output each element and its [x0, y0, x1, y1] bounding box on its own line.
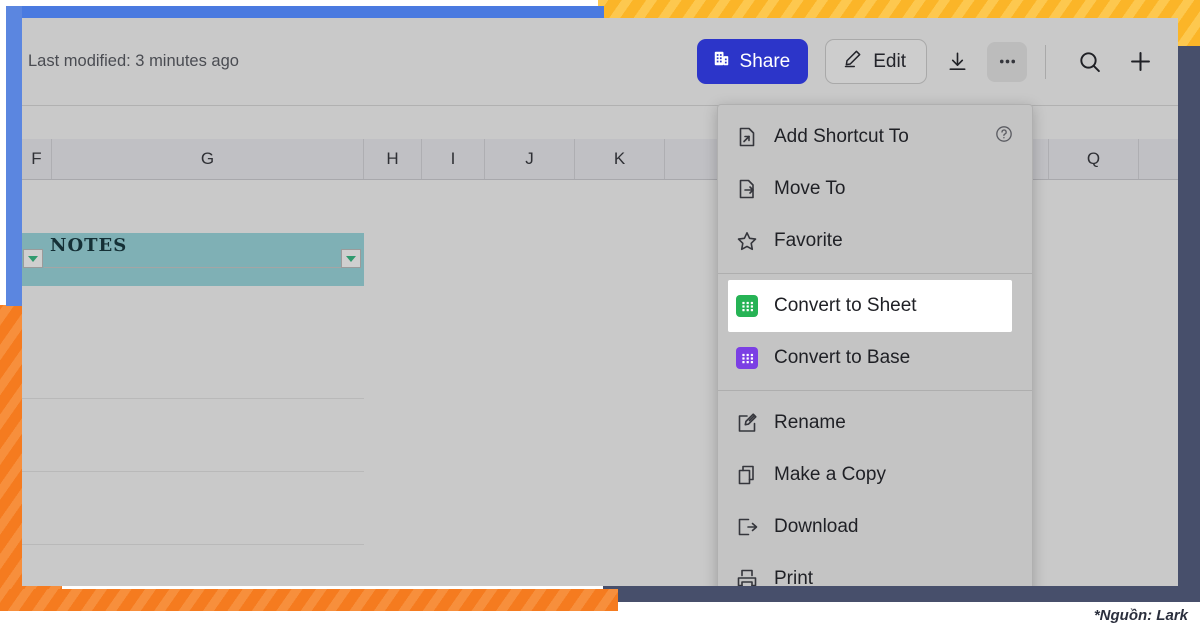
column-header-F[interactable]: F [22, 139, 52, 179]
column-header-H[interactable]: H [364, 139, 422, 179]
add-shortcut-icon [734, 124, 760, 150]
menu-item-download[interactable]: Download [718, 501, 1032, 553]
help-icon[interactable] [994, 124, 1014, 150]
share-button[interactable]: Share [696, 39, 809, 84]
notes-header-label: NOTES [50, 235, 128, 256]
pencil-icon [842, 48, 863, 75]
building-icon [712, 49, 731, 74]
more-options-menu[interactable]: Add Shortcut To Move To Favorite Convert to… [717, 104, 1033, 586]
menu-item-label: Favorite [774, 230, 843, 251]
toolbar-divider [1045, 44, 1046, 79]
filter-dropdown-left[interactable] [23, 249, 43, 268]
sheet-icon [736, 295, 758, 317]
menu-item-label: Download [774, 516, 859, 537]
menu-item-label: Convert to Base [774, 347, 911, 368]
menu-item-label: Rename [774, 412, 846, 433]
navy-decoration-bottom [603, 586, 1200, 602]
move-to-icon [739, 179, 754, 199]
plus-icon [1130, 52, 1150, 71]
column-header-I[interactable]: I [422, 139, 485, 179]
document-toolbar: Last modified: 3 minutes ago Share Edit [22, 18, 1178, 106]
printer-icon [734, 566, 760, 586]
move-to-icon [734, 176, 760, 202]
grid-row[interactable] [22, 472, 364, 545]
filter-dropdown-right[interactable] [341, 249, 361, 268]
menu-item-label: Make a Copy [774, 464, 886, 485]
menu-item-label: Print [774, 568, 814, 586]
grid-row[interactable] [22, 326, 364, 399]
copy-icon [734, 462, 760, 488]
orange-stripe-decoration-bottom [0, 589, 618, 611]
menu-item-label: Move To [774, 178, 846, 199]
caret-down-icon [346, 255, 356, 262]
menu-item-rename[interactable]: Rename [718, 397, 1032, 449]
blue-frame-top [6, 6, 604, 18]
star-icon [734, 228, 760, 254]
menu-separator [718, 390, 1032, 391]
menu-item-make-a-copy[interactable]: Make a Copy [718, 449, 1032, 501]
download-icon [948, 52, 966, 70]
last-modified-label: Last modified: 3 minutes ago [28, 52, 239, 70]
download-button[interactable] [937, 42, 977, 82]
download-box-icon [738, 518, 758, 536]
column-header-G[interactable]: G [52, 139, 364, 179]
source-caption: *Nguồn: Lark [1093, 607, 1188, 624]
grid-row[interactable] [22, 545, 364, 586]
add-shortcut-icon [739, 127, 755, 147]
grid-rows[interactable] [22, 326, 364, 586]
app-window: Last modified: 3 minutes ago Share Edit … [22, 18, 1178, 586]
base-icon [734, 345, 760, 371]
rename-icon [738, 413, 757, 432]
more-options-button[interactable] [987, 41, 1027, 82]
edit-button-label: Edit [873, 50, 906, 72]
menu-item-label: Add Shortcut To [774, 126, 909, 147]
column-header-Q[interactable]: Q [1049, 139, 1139, 179]
caret-down-icon [28, 255, 38, 262]
star-icon [737, 232, 757, 251]
sheet-icon [734, 293, 760, 319]
grid-row[interactable] [22, 399, 364, 472]
menu-item-move-to[interactable]: Move To [718, 163, 1032, 215]
column-header-J[interactable]: J [485, 139, 575, 179]
column-header-K[interactable]: K [575, 139, 665, 179]
menu-item-convert-to-base[interactable]: Convert to Base [718, 332, 1032, 384]
search-icon [1080, 51, 1100, 72]
notes-underline [44, 267, 342, 268]
more-horizontal-icon [999, 59, 1015, 64]
menu-item-convert-to-sheet[interactable]: Convert to Sheet [728, 280, 1012, 332]
search-button[interactable] [1070, 42, 1110, 82]
menu-separator [718, 273, 1032, 274]
copy-icon [738, 465, 754, 485]
download-box-icon [734, 514, 760, 540]
base-icon [736, 347, 758, 369]
printer-icon [737, 569, 757, 586]
menu-item-label: Convert to Sheet [774, 295, 917, 316]
blue-frame-left [6, 6, 22, 306]
edit-button[interactable]: Edit [825, 39, 927, 84]
toolbar-actions: Share Edit [696, 39, 1178, 84]
add-button[interactable] [1120, 42, 1160, 82]
rename-icon [734, 410, 760, 436]
menu-item-favorite[interactable]: Favorite [718, 215, 1032, 267]
share-button-label: Share [739, 50, 791, 72]
menu-item-add-shortcut-to[interactable]: Add Shortcut To [718, 111, 1032, 163]
menu-item-print[interactable]: Print [718, 553, 1032, 586]
